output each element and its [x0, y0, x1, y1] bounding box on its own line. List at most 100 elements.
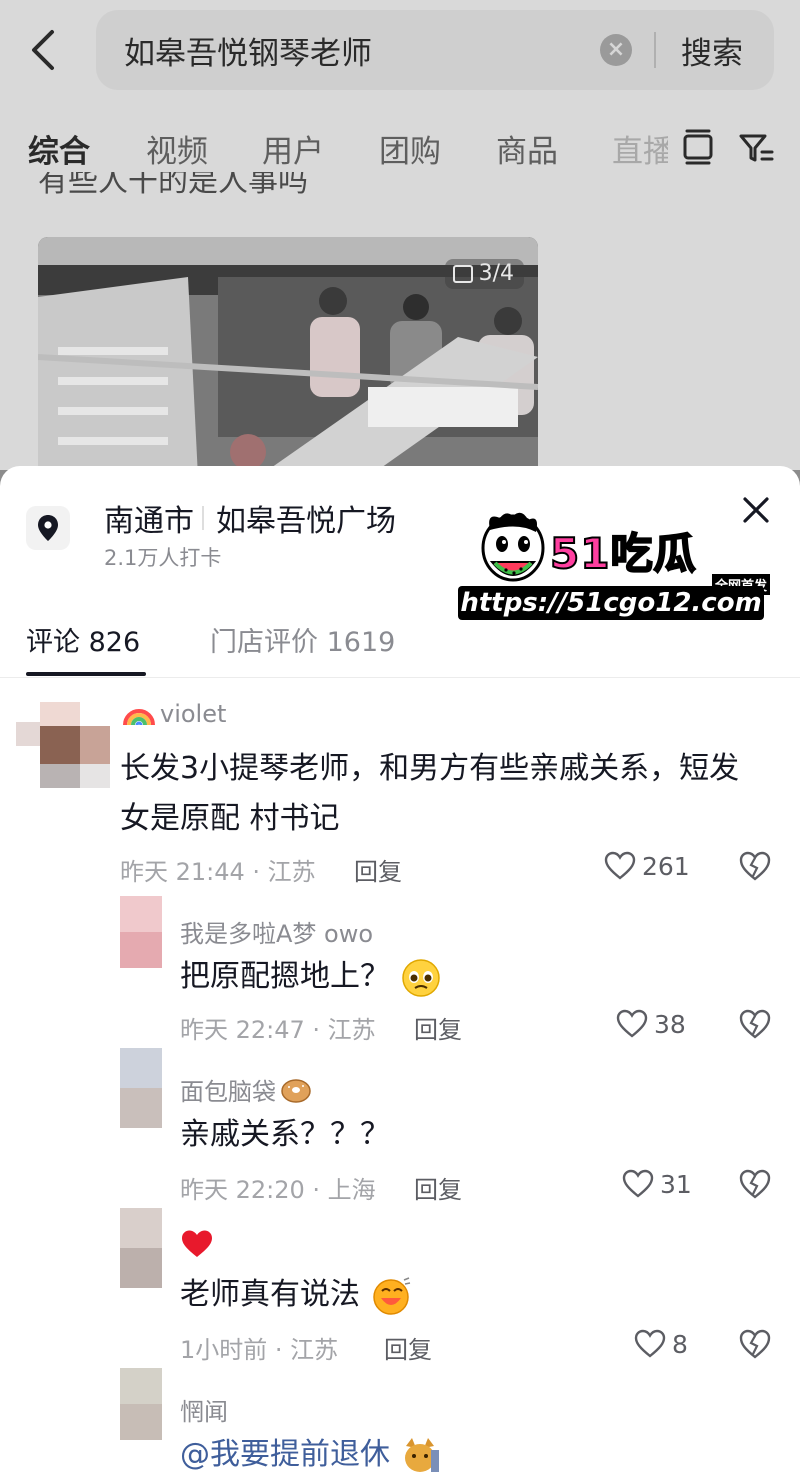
tab-comments[interactable]: 评论 826	[26, 620, 140, 659]
location-place[interactable]: 如皋吾悦广场	[216, 496, 396, 540]
filter-icon[interactable]	[738, 128, 774, 168]
tab-products[interactable]: 商品	[496, 126, 558, 171]
comment-tabs: 评论 826 门店评价 1619	[0, 612, 800, 678]
reply-item: 惘闻 @我要提前退休	[0, 1366, 800, 1473]
photo-count-text: 3/4	[478, 261, 514, 286]
comment-meta: 昨天 22:47 · 江苏	[180, 1016, 376, 1044]
grinning-blush-emoji	[372, 1276, 410, 1315]
rainbow-icon	[123, 709, 155, 726]
blurred-avatar-image	[120, 1048, 162, 1128]
broken-heart-icon	[739, 851, 771, 881]
like-count: 261	[642, 851, 690, 881]
comment-text: @我要提前退休	[180, 1430, 740, 1473]
tab-video[interactable]: 视频	[146, 126, 208, 171]
watermark-brand: 51吃瓜	[549, 528, 697, 579]
comment-text: 长发3小提琴老师，和男方有些亲戚关系，短发女是原配 村书记	[120, 751, 740, 836]
photo-count-badge: 3/4	[444, 259, 524, 289]
heart-outline-icon	[634, 1329, 666, 1358]
reply-button[interactable]: 回复	[414, 1170, 462, 1205]
layout-toggle-icon[interactable]	[680, 128, 716, 168]
reply-button[interactable]: 回复	[384, 1330, 432, 1365]
avatar[interactable]	[120, 1208, 162, 1288]
comment-username[interactable]: violet	[122, 700, 226, 728]
reply-item: 面包脑袋 亲戚关系？？？ 昨天 22:20 · 上海 回复 31	[0, 1046, 800, 1206]
comment-meta: 1小时前 · 江苏	[180, 1336, 339, 1364]
reply-button[interactable]: 回复	[354, 852, 402, 887]
broken-heart-icon	[739, 1009, 771, 1039]
tab-users[interactable]: 用户	[262, 126, 324, 171]
comment-username[interactable]: 我是多啦A梦 owo	[180, 914, 373, 949]
comment-text-content: 老师真有说法	[180, 1277, 360, 1312]
search-results-page: 如皋吾悦钢琴老师 × 搜索 综合 视频 用户 团购 商品 直播 有些人干的是人事…	[0, 0, 800, 470]
watermark: 51吃瓜 全网首发 https://51cgo12.com	[458, 508, 771, 620]
comment-text: 把原配摁地上？	[180, 952, 740, 1002]
heart-emoji	[182, 1230, 212, 1257]
dislike-button[interactable]	[738, 1168, 772, 1200]
comment-username[interactable]	[180, 1228, 218, 1260]
reply-item: 老师真有说法 1小时前 · 江苏 回复 8	[0, 1206, 800, 1366]
bagel-emoji	[281, 1078, 311, 1103]
search-input[interactable]: 如皋吾悦钢琴老师 × 搜索	[96, 10, 774, 90]
comment-text: 亲戚关系？？？	[180, 1117, 390, 1152]
username-text: violet	[160, 700, 227, 728]
tab-live[interactable]: 直播	[612, 126, 668, 171]
heart-outline-icon	[616, 1009, 648, 1038]
like-count: 31	[660, 1169, 692, 1199]
comment-text-content: 把原配摁地上？	[180, 959, 390, 994]
tab-store-reviews[interactable]: 门店评价 1619	[210, 620, 395, 659]
location-city[interactable]: 南通市	[104, 496, 194, 540]
dislike-button[interactable]	[738, 850, 772, 882]
heart-outline-icon	[604, 851, 636, 880]
tab-general[interactable]: 综合	[28, 126, 90, 171]
pleading-face-emoji	[401, 958, 440, 997]
location-pin-icon	[26, 506, 70, 550]
comment-username[interactable]: 惘闻	[180, 1392, 228, 1427]
like-count: 8	[672, 1329, 688, 1359]
search-divider	[654, 32, 656, 68]
tab-group-buy[interactable]: 团购	[379, 126, 441, 171]
comment-username[interactable]: 面包脑袋	[180, 1072, 312, 1107]
username-text: 我是多啦A梦 owo	[180, 920, 374, 948]
checkin-count: 2.1万人打卡	[104, 546, 222, 570]
comment-meta: 昨天 21:44 · 江苏	[120, 858, 316, 886]
blurred-avatar-image	[120, 1208, 162, 1288]
avatar[interactable]	[16, 702, 110, 788]
cat-emoji	[404, 1437, 439, 1472]
blurred-avatar-image	[120, 1368, 162, 1440]
like-button[interactable]: 31	[622, 1168, 692, 1200]
back-button[interactable]	[24, 26, 64, 74]
cow-mascot-icon	[478, 508, 548, 590]
reply-button[interactable]: 回复	[414, 1010, 462, 1045]
like-button[interactable]: 261	[604, 850, 690, 882]
dislike-button[interactable]	[738, 1008, 772, 1040]
comment-text: 老师真有说法	[180, 1270, 740, 1320]
mention-link[interactable]: @我要提前退休	[180, 1437, 390, 1472]
reply-item: 我是多啦A梦 owo 把原配摁地上？ 昨天 22:47 · 江苏 回复 38	[0, 896, 800, 1056]
like-button[interactable]: 8	[634, 1328, 688, 1360]
image-stack-icon	[452, 265, 473, 283]
avatar[interactable]	[120, 1048, 162, 1128]
username-text: 面包脑袋	[180, 1078, 276, 1106]
like-button[interactable]: 38	[616, 1008, 686, 1040]
chevron-left-icon	[32, 30, 54, 70]
comment-meta: 昨天 22:20 · 上海	[180, 1176, 376, 1204]
comment-item: violet 长发3小提琴老师，和男方有些亲戚关系，短发女是原配 村书记 昨天 …	[0, 692, 800, 892]
avatar[interactable]	[120, 1368, 162, 1440]
username-text: 惘闻	[180, 1398, 228, 1426]
like-count: 38	[654, 1009, 686, 1039]
blurred-avatar-image	[16, 702, 110, 788]
feed-item-title: 有些人干的是人事吗	[38, 172, 308, 199]
heart-outline-icon	[622, 1169, 654, 1198]
broken-heart-icon	[739, 1169, 771, 1199]
tab-underline	[26, 672, 146, 676]
avatar[interactable]	[120, 896, 162, 968]
comment-sheet: 南通市 如皋吾悦广场 2.1万人打卡 51吃瓜 https://51cgo12.…	[0, 466, 800, 1473]
clear-icon[interactable]: ×	[600, 34, 632, 66]
dislike-button[interactable]	[738, 1328, 772, 1360]
feed-photo[interactable]: 3/4	[38, 237, 538, 470]
blurred-avatar-image	[120, 896, 162, 968]
location-divider	[202, 506, 204, 530]
broken-heart-icon	[739, 1329, 771, 1359]
search-button[interactable]: 搜索	[681, 28, 743, 73]
search-query: 如皋吾悦钢琴老师	[124, 36, 372, 72]
